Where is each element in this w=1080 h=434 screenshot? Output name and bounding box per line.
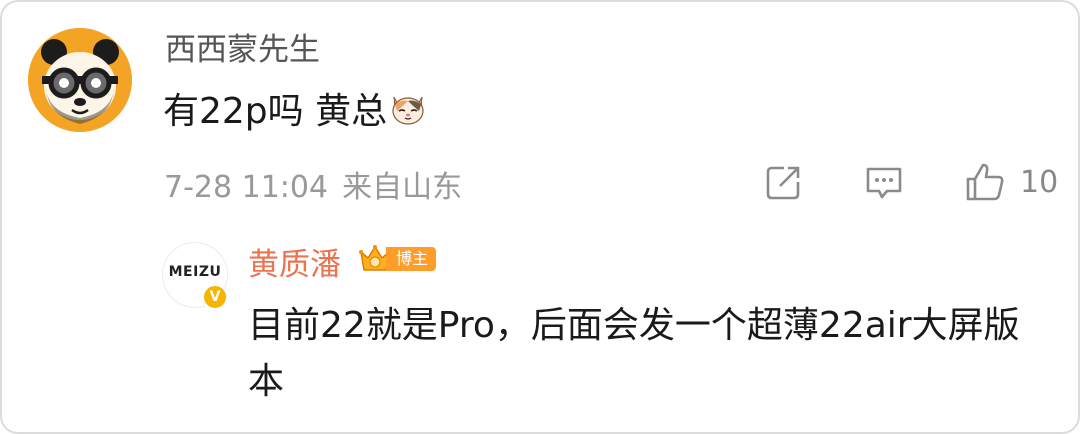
like-count: 10 — [1020, 164, 1059, 200]
share-icon — [766, 166, 800, 200]
reply-button[interactable] — [864, 160, 904, 204]
commenter-avatar[interactable] — [28, 28, 132, 132]
reply-text: 目前22就是Pro，后面会发一个超薄22air大屏版本 — [248, 305, 1020, 402]
comment-timestamp: 7-28 11:04 — [164, 170, 329, 205]
cat-face-emoji-icon — [392, 96, 424, 125]
comment-body: 有22p吗 黄总 — [163, 91, 388, 132]
comment-text: 有22p吗 黄总 — [163, 82, 427, 134]
comment-location: 来自山东 — [342, 170, 463, 205]
replier-username[interactable]: 黄质潘 — [248, 239, 341, 284]
blogger-badge: 博主 — [358, 243, 437, 275]
thumbs-up-icon — [966, 163, 1004, 201]
blogger-badge-label: 博主 — [386, 247, 437, 271]
comment-icon — [866, 167, 902, 199]
share-button[interactable] — [764, 160, 804, 204]
comment-meta: 7-28 11:04 来自山东 — [164, 162, 462, 206]
panda-with-glasses-avatar-icon — [28, 28, 132, 132]
comment-card: 西西蒙先生 有22p吗 黄总 7-28 11:04 来自山东 10 MEIZU … — [0, 0, 1080, 434]
meizu-logo: MEIZU — [168, 264, 222, 280]
like-button[interactable]: 10 — [964, 160, 1058, 204]
commenter-username[interactable]: 西西蒙先生 — [165, 24, 320, 69]
verified-v-icon: V — [202, 284, 228, 310]
